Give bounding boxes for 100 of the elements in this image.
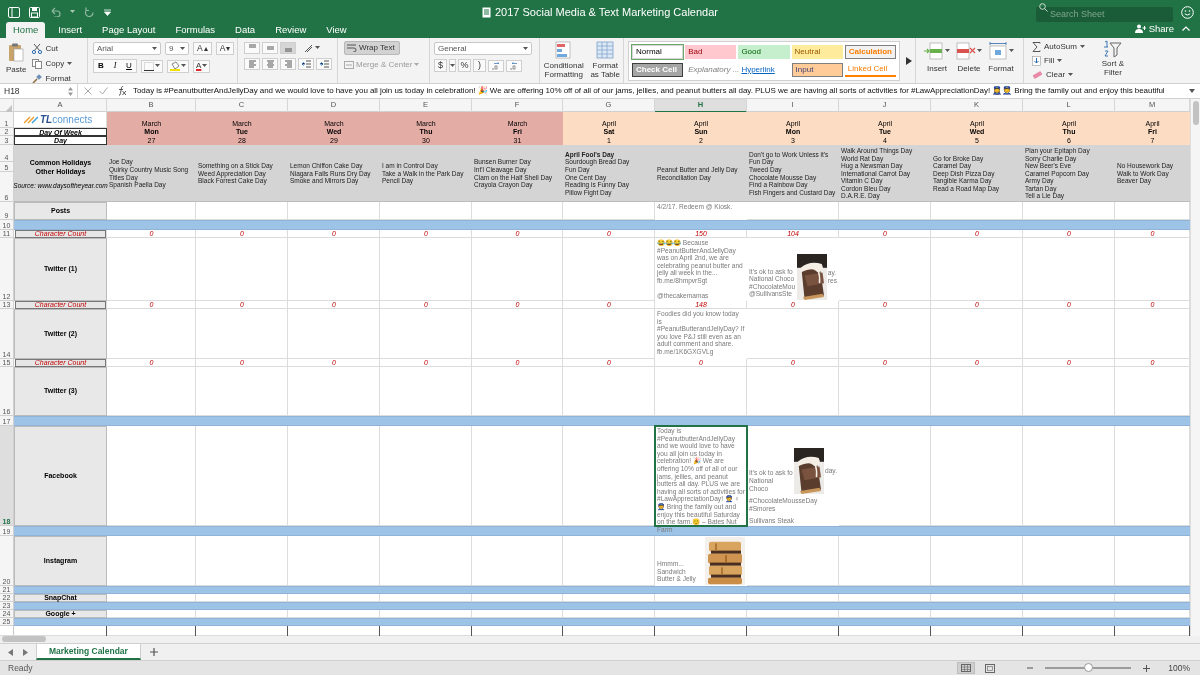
save-icon[interactable] <box>29 6 40 18</box>
expand-caret-icon[interactable] <box>1189 89 1195 93</box>
cell-style-option[interactable]: Neutral <box>791 44 843 59</box>
eraser-icon <box>1032 70 1043 79</box>
sidebar-icon[interactable] <box>8 6 20 18</box>
status-text: Ready <box>7 661 34 675</box>
caret-icon[interactable] <box>1068 72 1074 77</box>
caret-icon[interactable] <box>1079 44 1085 49</box>
sort-filter-button[interactable]: Sort & Filter <box>1092 40 1133 77</box>
clear-button[interactable]: Clear <box>1032 68 1085 81</box>
caret-icon[interactable] <box>977 49 982 53</box>
ribbon-tab[interactable]: Review <box>268 22 314 38</box>
merge-icon <box>344 60 354 69</box>
page-layout-icon[interactable] <box>985 663 996 673</box>
swoosh-icon <box>24 116 38 124</box>
cut-button[interactable]: Cut <box>32 42 73 55</box>
conditional-formatting-button[interactable]: Conditional Formatting <box>542 41 586 79</box>
caret-icon[interactable] <box>1057 58 1063 63</box>
format-cells-button[interactable]: Format <box>988 42 1014 75</box>
format-as-table-button[interactable]: Format as Table <box>587 41 623 79</box>
caret-icon[interactable] <box>202 64 208 68</box>
ribbon-tab[interactable]: Home <box>6 22 46 38</box>
cell-style-option[interactable]: Explanatory ... <box>685 62 737 77</box>
cell-style-option[interactable]: Bad <box>685 44 737 59</box>
collapse-icon[interactable] <box>1182 26 1190 32</box>
currency-button[interactable]: $ <box>434 59 447 72</box>
next-sheet-icon[interactable] <box>23 648 28 656</box>
comma-style-button[interactable]: ) <box>473 59 486 72</box>
copy-button[interactable]: Copy <box>32 57 73 70</box>
clipboard-icon <box>8 43 25 62</box>
percent-button[interactable]: % <box>458 59 471 72</box>
ribbon-tab[interactable]: Insert <box>51 22 90 38</box>
undo-icon[interactable] <box>49 7 61 17</box>
zoom-level[interactable]: 100% <box>1168 661 1190 675</box>
font-size-field[interactable]: 9 <box>165 42 189 55</box>
previous-sheet-icon[interactable] <box>8 648 13 656</box>
zoom-in-icon[interactable] <box>1143 664 1151 672</box>
scrollbar-thumb[interactable] <box>1192 101 1199 125</box>
align-middle-icon <box>265 44 275 52</box>
customize-caret-icon[interactable] <box>104 8 111 16</box>
decrease-indent-icon <box>301 60 311 68</box>
caret-icon[interactable] <box>67 61 73 66</box>
grow-font-button[interactable]: A <box>193 42 212 55</box>
autosum-button[interactable]: AutoSum <box>1032 40 1085 53</box>
copy-icon <box>32 58 43 69</box>
gallery-more-icon[interactable] <box>906 56 912 65</box>
caret-icon[interactable] <box>70 10 75 14</box>
fill-down-icon <box>1032 55 1041 66</box>
cell-style-option[interactable]: Input <box>791 62 843 77</box>
format-painter-button[interactable]: Format <box>32 72 73 83</box>
insert-button[interactable]: Insert <box>924 42 950 75</box>
ribbon-tab[interactable]: Data <box>228 22 263 38</box>
font-name-field[interactable]: Arial <box>93 42 161 55</box>
currency-menu-button[interactable] <box>449 59 456 72</box>
shrink-font-button[interactable]: A <box>215 42 235 55</box>
font-color-button[interactable]: A <box>193 59 211 73</box>
caret-icon[interactable] <box>945 49 950 53</box>
caret-icon[interactable] <box>180 46 185 51</box>
cell-style-option[interactable]: Normal <box>632 44 684 59</box>
sheet-tab[interactable]: Marketing Calendar <box>36 644 141 660</box>
decrease-indent-button[interactable] <box>298 58 314 70</box>
caret-icon[interactable] <box>181 64 186 68</box>
fill-color-button[interactable] <box>167 59 189 73</box>
ribbon-tab[interactable]: View <box>319 22 354 38</box>
add-sheet-icon[interactable] <box>149 648 158 656</box>
paste-button[interactable]: Paste <box>6 41 27 76</box>
borders-button[interactable] <box>141 59 163 73</box>
decrease-decimal-button[interactable] <box>506 59 522 72</box>
delete-button[interactable]: Delete <box>956 42 982 75</box>
underline-button[interactable]: U <box>122 60 136 72</box>
cell-style-option[interactable]: Hyperlink <box>738 62 790 77</box>
formula-field[interactable]: Today is #PeanutbutterAndJellyDay and we would love to have you all join us today in celebration! 🎉 We are offering 10% off of all of our jams, jellies, and peanut butters all day. PLUS we are having all sorts of activities for #LawAppreciationDay! 👮‍♀👮 Bring the family out and enjoy this beautiful <box>133 85 1165 97</box>
wrap-icon <box>347 44 357 52</box>
caret-icon[interactable] <box>155 64 160 68</box>
smiley-icon[interactable] <box>1181 5 1194 19</box>
wrap-text-button[interactable]: Wrap Text <box>344 41 400 55</box>
ribbon-tab[interactable]: Formulas <box>168 22 223 38</box>
caret-icon[interactable] <box>1009 49 1014 53</box>
caret-icon[interactable] <box>523 46 528 51</box>
caret-icon[interactable] <box>315 46 320 50</box>
share-button[interactable]: Share <box>1134 21 1174 36</box>
scrollbar-thumb[interactable] <box>2 636 46 642</box>
search-field[interactable]: Search Sheet <box>1036 6 1173 22</box>
redo-icon[interactable] <box>84 6 95 18</box>
bold-button[interactable]: B <box>94 60 108 72</box>
increase-decimal-button[interactable] <box>488 59 504 72</box>
number-format-field[interactable]: General <box>434 42 532 55</box>
caret-icon[interactable] <box>450 63 455 68</box>
caret-icon[interactable] <box>152 46 157 51</box>
ribbon-tab[interactable]: Page Layout <box>95 22 163 38</box>
orientation-button[interactable] <box>302 42 322 54</box>
name-box[interactable]: H18 <box>0 84 78 98</box>
italic-button[interactable]: I <box>108 60 122 72</box>
fill-button[interactable]: Fill <box>1032 54 1085 67</box>
cell-style-option[interactable]: Good <box>738 44 790 59</box>
triangle-icon <box>226 46 231 51</box>
document-icon <box>482 6 491 18</box>
increase-indent-button[interactable] <box>316 58 332 70</box>
normal-view-button[interactable] <box>957 662 976 674</box>
slider-thumb[interactable] <box>1084 663 1094 672</box>
